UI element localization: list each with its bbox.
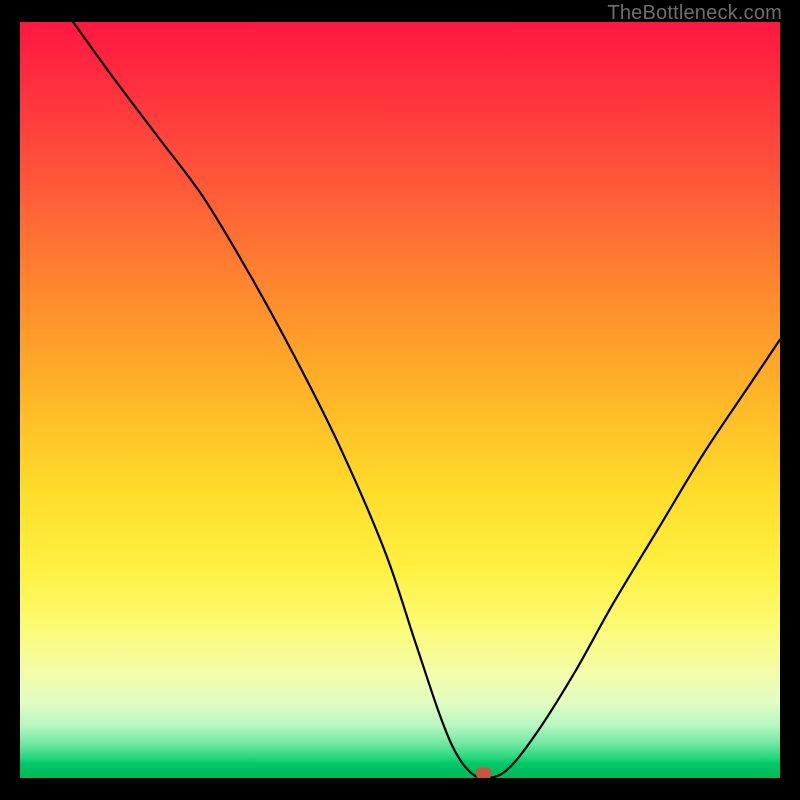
bottleneck-curve <box>73 22 780 778</box>
plot-svg <box>20 22 780 778</box>
optimal-point-marker <box>477 768 491 778</box>
chart-frame: TheBottleneck.com <box>0 0 800 800</box>
plot-area <box>20 22 780 778</box>
watermark-text: TheBottleneck.com <box>607 2 782 25</box>
